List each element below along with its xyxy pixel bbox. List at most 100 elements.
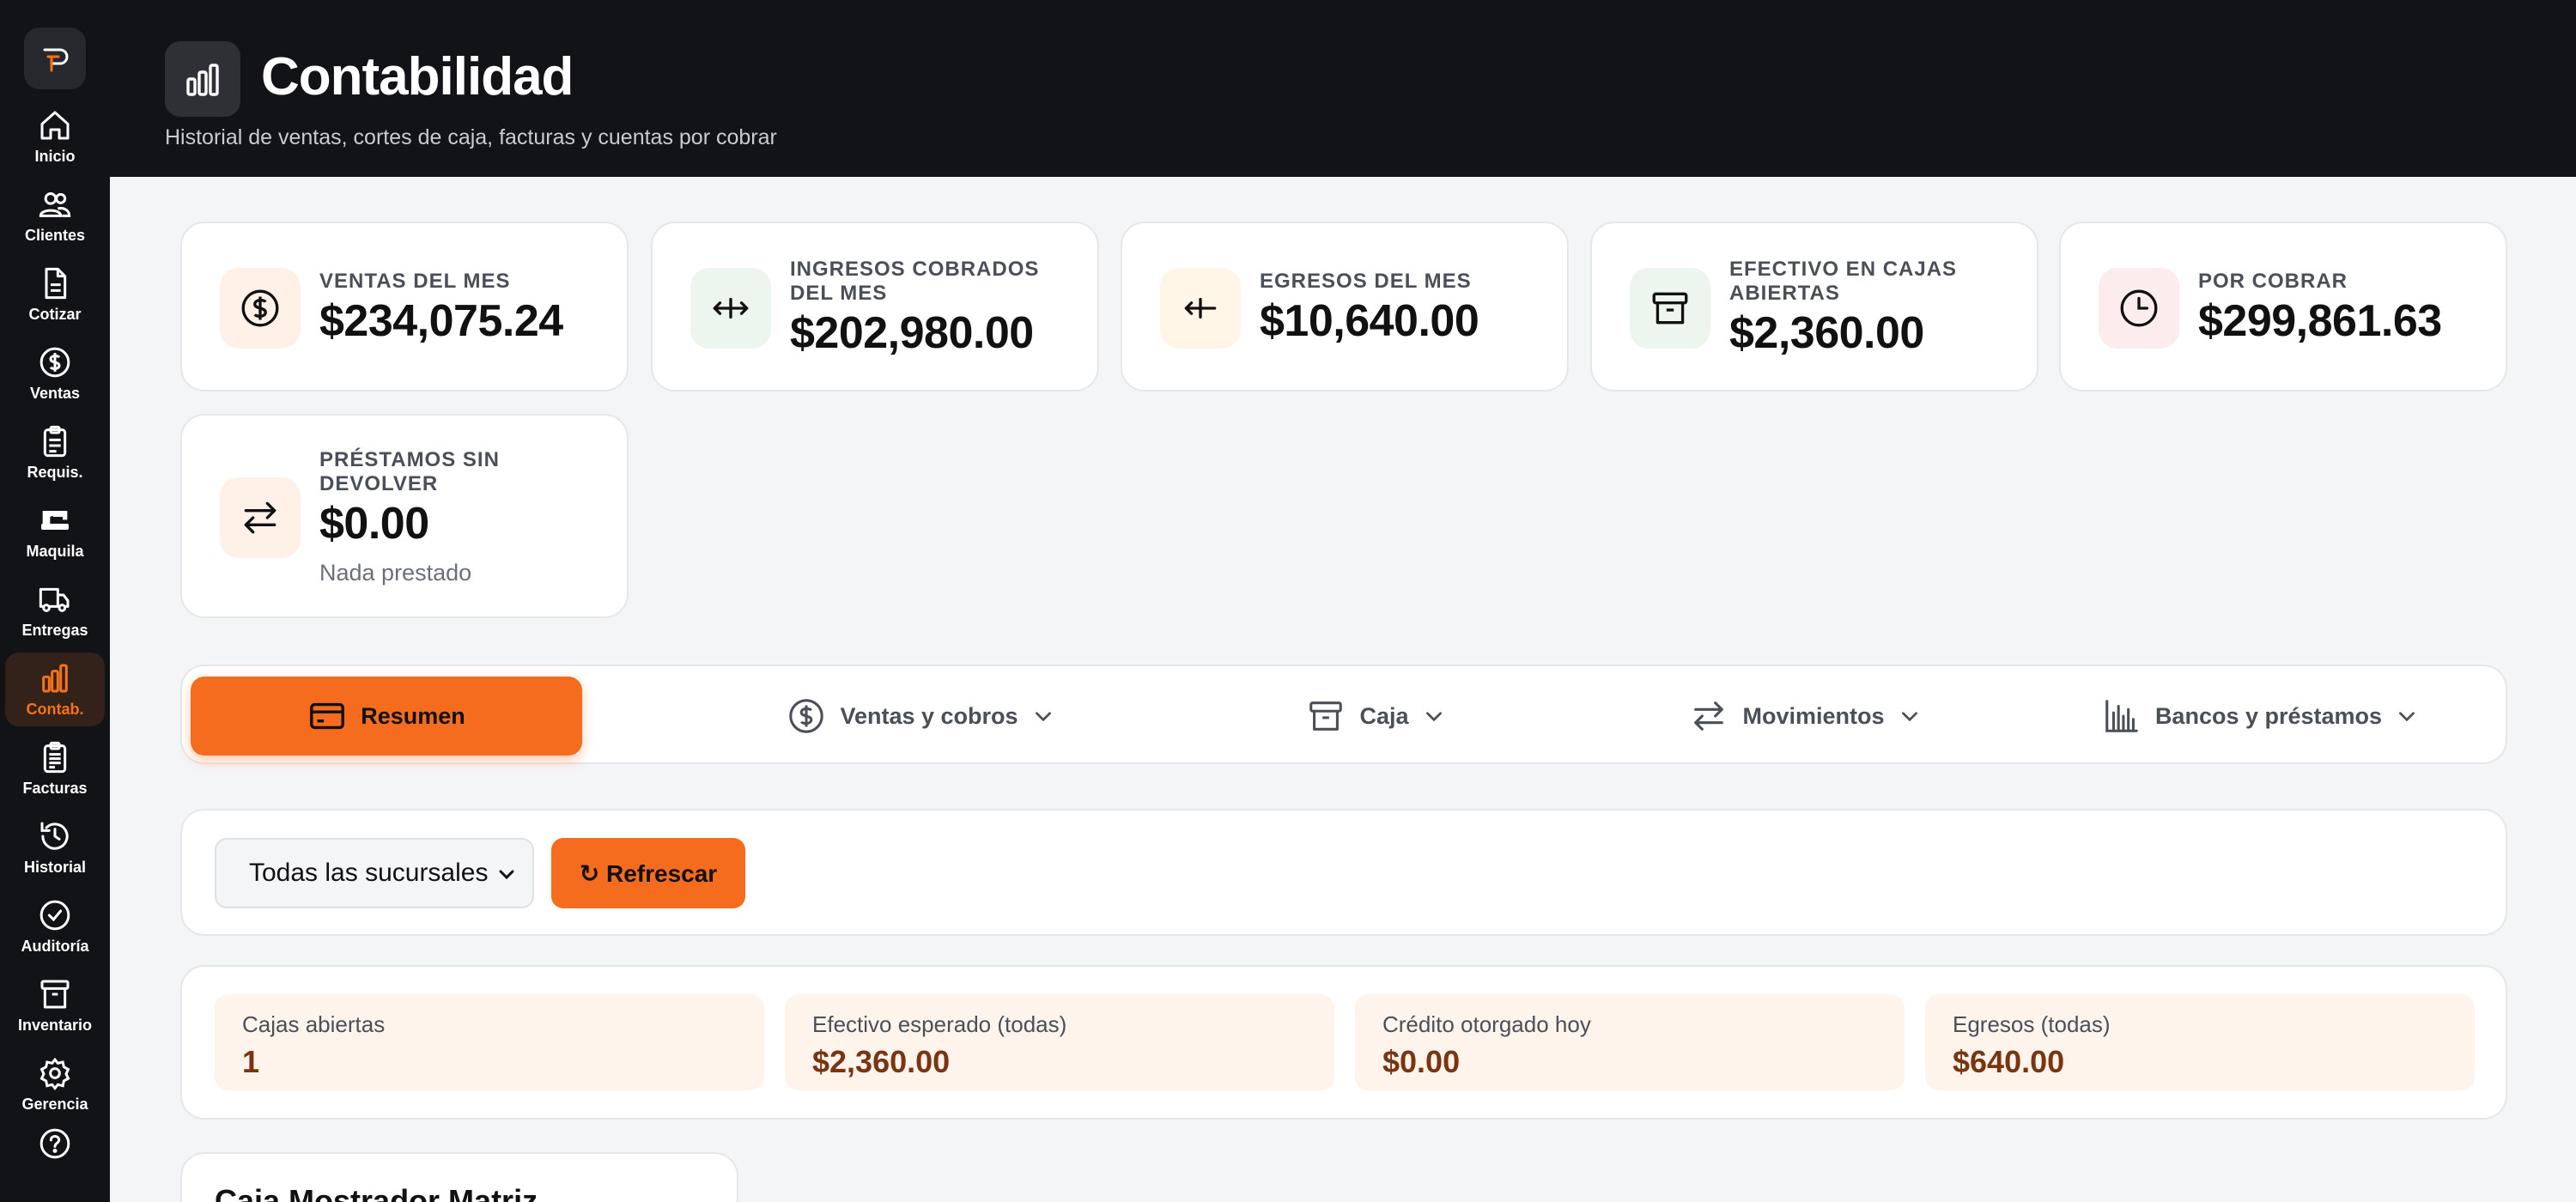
stat-icon-box: [1630, 268, 1710, 349]
stat-value: $10,640.00: [1260, 296, 1479, 346]
document-icon: [45, 267, 67, 299]
stat-icon-box: [220, 268, 301, 349]
exchange-icon: [1694, 701, 1724, 731]
app-logo[interactable]: [24, 27, 86, 89]
stat-value: $202,980.00: [790, 308, 1034, 358]
stat-value: $0.00: [319, 499, 429, 549]
summary-panel: Cajas abiertas 1 Efectivo esperado (toda…: [180, 965, 2507, 1120]
sidebar-item-label: Requis.: [27, 463, 83, 481]
stat-value: $2,360.00: [1729, 308, 1924, 358]
chevron-down-icon: [1425, 712, 1442, 722]
summary-value: $2,360.00: [812, 1044, 951, 1079]
chevron-down-icon: [1901, 712, 1917, 722]
chevron-down-icon: [499, 870, 514, 880]
page-title: Contabilidad: [261, 47, 574, 106]
cash-box-card[interactable]: Caja Mostrador Matriz: [180, 1152, 738, 1202]
summary-tile-cajas-abiertas: Cajas abiertas 1: [215, 994, 764, 1090]
archive-icon: [1652, 292, 1688, 325]
help-icon: [39, 1128, 70, 1159]
sidebar-item-label: Facturas: [22, 779, 88, 797]
tab-bancos-prestamos[interactable]: Bancos y préstamos: [2045, 677, 2475, 756]
sidebar-item-auditoria[interactable]: Auditoría: [5, 889, 105, 963]
tab-caja[interactable]: Caja: [1212, 677, 1539, 756]
branch-select[interactable]: Todas las sucursales: [215, 838, 534, 908]
sidebar-item-clientes[interactable]: Clientes: [5, 179, 105, 252]
home-icon: [40, 111, 70, 139]
sidebar-item-label: Clientes: [24, 226, 86, 244]
exchange-icon: [244, 501, 276, 534]
dollar-icon: [241, 289, 279, 327]
sidebar-item-inventario[interactable]: Inventario: [5, 968, 105, 1042]
sidebar-item-label: Cotizar: [28, 305, 82, 323]
truck-icon: [39, 587, 70, 612]
tab-movimientos[interactable]: Movimientos: [1590, 677, 2020, 756]
summary-tile-efectivo-esperado: Efectivo esperado (todas) $2,360.00: [785, 994, 1334, 1090]
stat-label: PRÉSTAMOS SIN DEVOLVER: [319, 448, 500, 495]
stat-note: Nada prestado: [319, 560, 472, 586]
stat-value: $299,861.63: [2198, 296, 2442, 346]
refresh-button[interactable]: ↻ Refrescar: [551, 838, 745, 908]
header-icon-box: [165, 41, 240, 117]
tab-resumen[interactable]: Resumen: [191, 677, 582, 756]
sidebar-item-entregas[interactable]: Entregas: [5, 574, 105, 647]
sidebar-item-cotizar[interactable]: Cotizar: [5, 258, 105, 331]
summary-tile-egresos: Egresos (todas) $640.00: [1925, 994, 2475, 1090]
stat-label: VENTAS DEL MES: [319, 270, 511, 293]
tab-label: Ventas y cobros: [840, 702, 1018, 729]
sidebar-item-label: Gerencia: [21, 1095, 88, 1113]
stat-card-prestamos: PRÉSTAMOS SIN DEVOLVER $0.00 Nada presta…: [180, 414, 629, 618]
summary-value: 1: [242, 1044, 260, 1079]
gear-icon: [39, 1057, 70, 1090]
sidebar-item-requis[interactable]: Requis.: [5, 416, 105, 489]
filter-panel: Todas las sucursales ↻ Refrescar: [180, 809, 2507, 936]
archive-icon: [40, 980, 70, 1008]
page-subtitle: Historial de ventas, cortes de caja, fac…: [165, 125, 777, 149]
stat-card-ingresos-cobrados: INGRESOS COBRADOS DEL MES $202,980.00: [651, 222, 1099, 392]
sidebar-item-gerencia[interactable]: Gerencia: [5, 1047, 105, 1121]
stat-card-ventas-mes: VENTAS DEL MES $234,075.24: [180, 222, 629, 392]
sidebar-item-label: Historial: [23, 858, 87, 876]
stat-label: EGRESOS DEL MES: [1260, 270, 1472, 293]
cash-box-title: Caja Mostrador Matriz: [215, 1183, 538, 1202]
stat-label: INGRESOS COBRADOS DEL MES: [790, 258, 1040, 305]
sidebar-item-ventas[interactable]: Ventas: [5, 337, 105, 410]
sidebar-item-label: Inicio: [34, 147, 76, 165]
tab-ventas-cobros[interactable]: Ventas y cobros: [706, 677, 1135, 756]
users-icon: [39, 191, 71, 217]
sidebar-item-maquila[interactable]: Maquila: [5, 495, 105, 568]
arrow-out-icon: [1184, 297, 1217, 319]
tab-label: Movimientos: [1742, 702, 1885, 729]
sewing-machine-icon: [41, 510, 69, 530]
stat-icon-box: [690, 268, 771, 349]
stat-card-efectivo-cajas: EFECTIVO EN CAJAS ABIERTAS $2,360.00: [1590, 222, 2038, 392]
summary-label: Egresos (todas): [1953, 1011, 2111, 1037]
logo-icon: [43, 48, 69, 72]
sidebar-item-label: Contab.: [26, 700, 84, 718]
bank-icon: [2105, 700, 2138, 732]
sidebar-item-label: Auditoría: [21, 937, 89, 955]
bar-chart-icon: [42, 664, 68, 692]
sidebar-item-contab[interactable]: Contab.: [5, 653, 105, 726]
stat-card-por-cobrar: POR COBRAR $299,861.63: [2059, 222, 2507, 392]
sidebar-item-inicio[interactable]: Inicio: [5, 100, 105, 173]
branch-select-value: Todas las sucursales: [249, 859, 489, 887]
sidebar-item-label: Ventas: [29, 384, 81, 402]
summary-label: Crédito otorgado hoy: [1382, 1011, 1591, 1037]
tab-label: Caja: [1359, 702, 1409, 729]
sidebar-item-facturas[interactable]: Facturas: [5, 732, 105, 805]
page-header: Contabilidad Historial de ventas, cortes…: [110, 0, 2576, 177]
history-icon: [40, 822, 69, 850]
card-icon: [310, 702, 345, 730]
bar-chart-icon: [186, 64, 219, 96]
chevron-down-icon: [2399, 712, 2415, 722]
sidebar-item-help[interactable]: [5, 1126, 105, 1178]
check-circle-icon: [39, 900, 70, 930]
dollar-icon: [789, 699, 824, 733]
summary-value: $0.00: [1382, 1044, 1461, 1079]
chevron-down-icon: [1035, 712, 1051, 722]
sidebar-item-label: Inventario: [17, 1016, 93, 1034]
sidebar-item-historial[interactable]: Historial: [5, 810, 105, 884]
clipboard-icon: [43, 425, 67, 457]
summary-value: $640.00: [1953, 1044, 2065, 1079]
summary-tile-credito-otorgado: Crédito otorgado hoy $0.00: [1355, 994, 1905, 1090]
